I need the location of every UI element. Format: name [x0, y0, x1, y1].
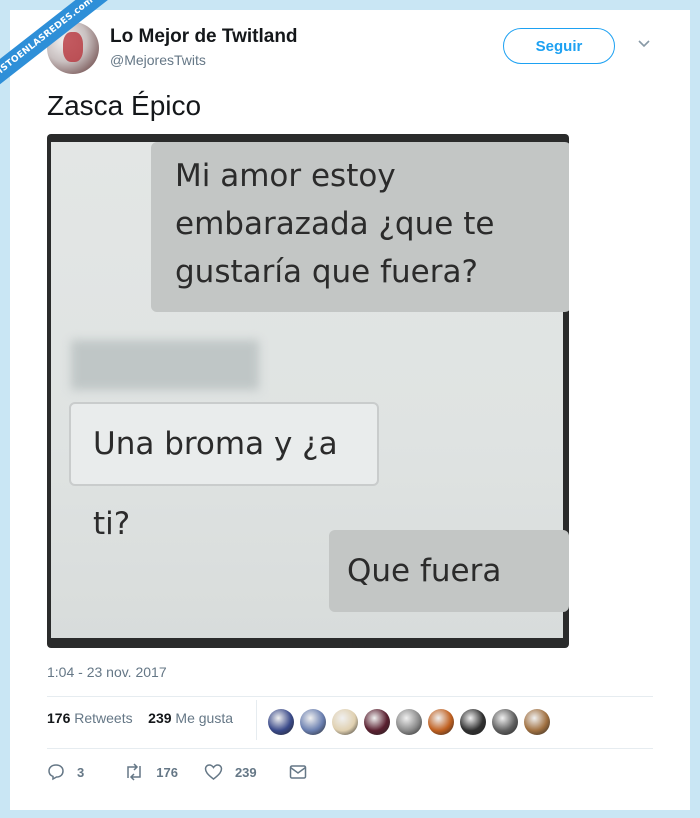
- chat-bubble-reply: Que fuera tuyo: [329, 530, 569, 648]
- liker-avatar[interactable]: [300, 709, 326, 735]
- display-name[interactable]: Lo Mejor de Twitland: [110, 26, 298, 48]
- engagement-stats: 176 Retweets 239 Me gusta: [47, 710, 233, 726]
- tweet-timestamp[interactable]: 1:04 - 23 nov. 2017: [47, 664, 167, 680]
- liker-avatar[interactable]: [492, 709, 518, 735]
- liker-avatar[interactable]: [268, 709, 294, 735]
- envelope-icon: [289, 765, 306, 779]
- liker-avatar[interactable]: [460, 709, 486, 735]
- retweet-button[interactable]: 176: [124, 763, 178, 781]
- blurred-contact-name: [71, 340, 259, 390]
- retweet-icon: [127, 763, 141, 781]
- reply-icon: [48, 764, 64, 781]
- heart-icon: [204, 764, 223, 780]
- liker-avatar[interactable]: [364, 709, 390, 735]
- message-button[interactable]: [289, 764, 319, 780]
- user-handle[interactable]: @MejoresTwits: [110, 52, 206, 68]
- chat-line: Mi amor estoy: [175, 158, 396, 194]
- stats-separator: [256, 700, 257, 740]
- chat-bubble-outgoing: Una broma y ¿a ti?: [69, 402, 379, 542]
- liker-avatar[interactable]: [332, 709, 358, 735]
- liker-avatar[interactable]: [524, 709, 550, 735]
- tweet-actions: 3 176 239: [47, 760, 341, 784]
- chevron-down-icon[interactable]: [636, 36, 652, 52]
- retweet-count: 176: [156, 764, 178, 780]
- liker-avatar[interactable]: [428, 709, 454, 735]
- likes-stat[interactable]: 239 Me gusta: [148, 710, 233, 726]
- like-button[interactable]: 239: [204, 763, 257, 781]
- chat-line: gustaría que fuera?: [175, 254, 478, 290]
- chat-line: embarazada ¿que te: [175, 206, 495, 242]
- retweets-stat[interactable]: 176 Retweets: [47, 710, 133, 726]
- chat-screenshot: Mi amor estoy embarazada ¿que te gustarí…: [51, 142, 569, 648]
- divider: [47, 748, 653, 749]
- reply-count: 3: [77, 764, 85, 780]
- like-count: 239: [234, 764, 257, 780]
- follow-button[interactable]: Seguir: [503, 28, 615, 64]
- liker-avatar[interactable]: [396, 709, 422, 735]
- liker-avatars: [268, 709, 556, 735]
- divider: [47, 696, 653, 697]
- tweet-photo[interactable]: Mi amor estoy embarazada ¿que te gustarí…: [47, 134, 569, 648]
- tweet-text: Zasca Épico: [47, 90, 202, 121]
- reply-button[interactable]: 3: [47, 763, 84, 781]
- chat-bubble-incoming: Mi amor estoy embarazada ¿que te gustarí…: [151, 142, 569, 312]
